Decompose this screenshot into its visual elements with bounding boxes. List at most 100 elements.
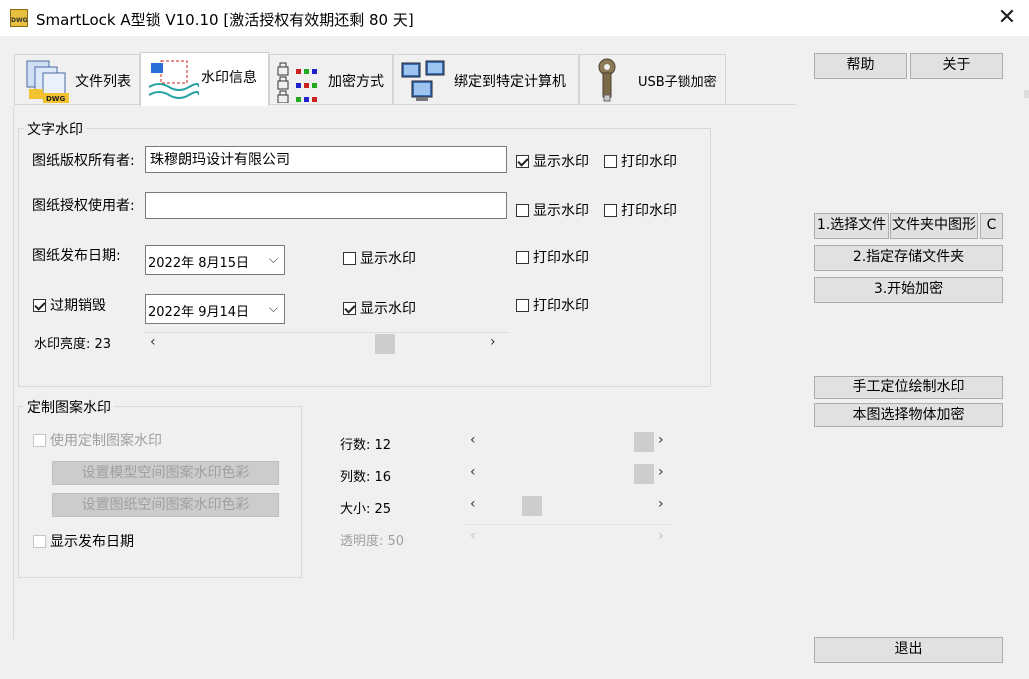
use-pattern-label: 使用定制图案水印 [50,433,162,449]
checkbox-box[interactable] [343,301,356,315]
checkbox-box[interactable] [516,154,529,168]
checkbox-box[interactable] [604,203,617,217]
tab-watermark-info[interactable]: 水印信息 [140,52,269,106]
scroll-left-arrow[interactable]: ‹ [150,334,156,350]
tab-watermark-info-label: 水印信息 [201,70,257,86]
scroll-thumb[interactable] [634,464,654,484]
user-print-checkbox[interactable]: 打印水印 [604,200,677,220]
text-watermark-title: 文字水印 [24,119,86,139]
expire-print-checkbox[interactable]: 打印水印 [516,295,589,315]
window-title: SmartLock A型锁 V10.10 [激活授权有效期还剩 80 天] [36,11,414,29]
checkbox-box[interactable] [516,203,529,217]
scroll-right-arrow[interactable]: › [658,464,664,480]
checkbox-box[interactable] [343,251,356,265]
release-date-value: 2022年 8月15日 [148,256,250,271]
print-watermark-label: 打印水印 [533,250,589,266]
c-button[interactable]: C [980,213,1003,239]
user-show-checkbox[interactable]: 显示水印 [516,200,589,220]
cols-scrollbar[interactable]: ‹ › [464,462,674,484]
show-watermark-label: 显示水印 [533,203,589,219]
owner-label: 图纸版权所有者: [32,153,135,169]
expire-date-picker[interactable]: 2022年 9月14日 ⌵ [145,294,285,324]
svg-text:DWG: DWG [46,95,66,103]
release-show-checkbox[interactable]: 显示水印 [343,248,416,268]
rows-scrollbar[interactable]: ‹ › [464,430,674,452]
exit-button[interactable]: 退出 [814,637,1003,663]
start-encrypt-button[interactable]: 3.开始加密 [814,277,1003,303]
checkbox-box[interactable] [516,250,529,264]
checkbox-box[interactable] [33,433,46,447]
size-scrollbar[interactable]: ‹ › [464,494,674,516]
tab-usb-lock-label: USB子锁加密 [638,75,717,90]
release-print-checkbox[interactable]: 打印水印 [516,247,589,267]
print-watermark-label: 打印水印 [621,203,677,219]
usb-key-icon [598,58,616,102]
tab-file-list-label: 文件列表 [75,74,131,90]
show-watermark-label: 显示水印 [533,154,589,170]
expire-label: 过期销毁 [50,298,106,314]
use-pattern-checkbox[interactable]: 使用定制图案水印 [33,430,162,450]
scroll-right-arrow[interactable]: › [658,496,664,512]
paper-color-button[interactable]: 设置图纸空间图案水印色彩 [52,493,279,517]
help-button[interactable]: 帮助 [814,53,907,79]
brightness-scrollbar[interactable]: ‹ › [144,332,508,354]
release-date-label: 图纸发布日期: [32,248,121,264]
scroll-separator [464,524,674,525]
scroll-left-arrow[interactable]: ‹ [470,496,476,512]
show-date-checkbox[interactable]: 显示发布日期 [33,531,134,551]
lock-grid-icon [277,62,317,103]
show-date-label: 显示发布日期 [50,534,134,550]
chevron-down-icon[interactable]: ⌵ [269,301,278,316]
dwg-files-icon: DWG [26,60,69,103]
checkbox-box[interactable] [33,298,46,312]
scroll-thumb[interactable] [521,496,542,516]
opacity-scrollbar[interactable]: ‹ › [464,526,674,548]
size-label: 大小: 25 [340,502,392,517]
scroll-thumb[interactable] [375,334,396,354]
checkbox-box[interactable] [516,298,529,312]
scroll-left-arrow[interactable]: ‹ [470,464,476,480]
scroll-left-arrow[interactable]: ‹ [470,528,476,544]
tab-bind-computer[interactable]: 绑定到特定计算机 [393,54,579,104]
tab-underline [14,104,796,105]
owner-input[interactable]: 珠穆朗玛设计有限公司 [145,146,507,173]
scroll-thumb[interactable] [634,432,654,452]
user-input[interactable] [145,192,507,219]
rows-label: 行数: 12 [340,438,392,453]
print-watermark-label: 打印水印 [533,298,589,314]
checkbox-box[interactable] [604,154,617,168]
show-watermark-label: 显示水印 [360,251,416,267]
scroll-track-line [144,332,508,333]
expire-checkbox[interactable]: 过期销毁 [33,295,106,315]
print-watermark-label: 打印水印 [621,154,677,170]
tab-bind-computer-label: 绑定到特定计算机 [454,74,566,90]
scroll-right-arrow[interactable]: › [658,528,664,544]
release-date-picker[interactable]: 2022年 8月15日 ⌵ [145,245,285,275]
brightness-label: 水印亮度: 23 [34,337,112,352]
tab-encrypt-mode-label: 加密方式 [328,74,384,90]
owner-show-checkbox[interactable]: 显示水印 [516,151,589,171]
chevron-down-icon[interactable]: ⌵ [269,252,278,267]
scroll-right-arrow[interactable]: › [658,432,664,448]
expire-show-checkbox[interactable]: 显示水印 [343,298,416,318]
expire-date-value: 2022年 9月14日 [148,305,250,320]
cols-label: 列数: 16 [340,470,392,485]
close-icon[interactable]: ✕ [994,4,1020,32]
tab-file-list[interactable]: DWG 文件列表 [14,54,140,104]
select-files-button[interactable]: 1.选择文件 [814,213,889,239]
tab-encrypt-mode[interactable]: 加密方式 [269,54,393,104]
model-color-button[interactable]: 设置模型空间图案水印色彩 [52,461,279,485]
tab-usb-lock[interactable]: USB子锁加密 [579,54,726,104]
app-icon: DWG [10,9,28,27]
folder-drawings-button[interactable]: 文件夹中图形 [890,213,978,239]
edge-mark [1024,90,1029,98]
pattern-watermark-title: 定制图案水印 [24,397,114,417]
scroll-right-arrow[interactable]: › [490,334,496,350]
checkbox-box[interactable] [33,534,46,548]
manual-watermark-button[interactable]: 手工定位绘制水印 [814,376,1003,399]
set-folder-button[interactable]: 2.指定存储文件夹 [814,245,1003,271]
owner-print-checkbox[interactable]: 打印水印 [604,151,677,171]
scroll-left-arrow[interactable]: ‹ [470,432,476,448]
select-objects-button[interactable]: 本图选择物体加密 [814,403,1003,427]
about-button[interactable]: 关于 [910,53,1003,79]
